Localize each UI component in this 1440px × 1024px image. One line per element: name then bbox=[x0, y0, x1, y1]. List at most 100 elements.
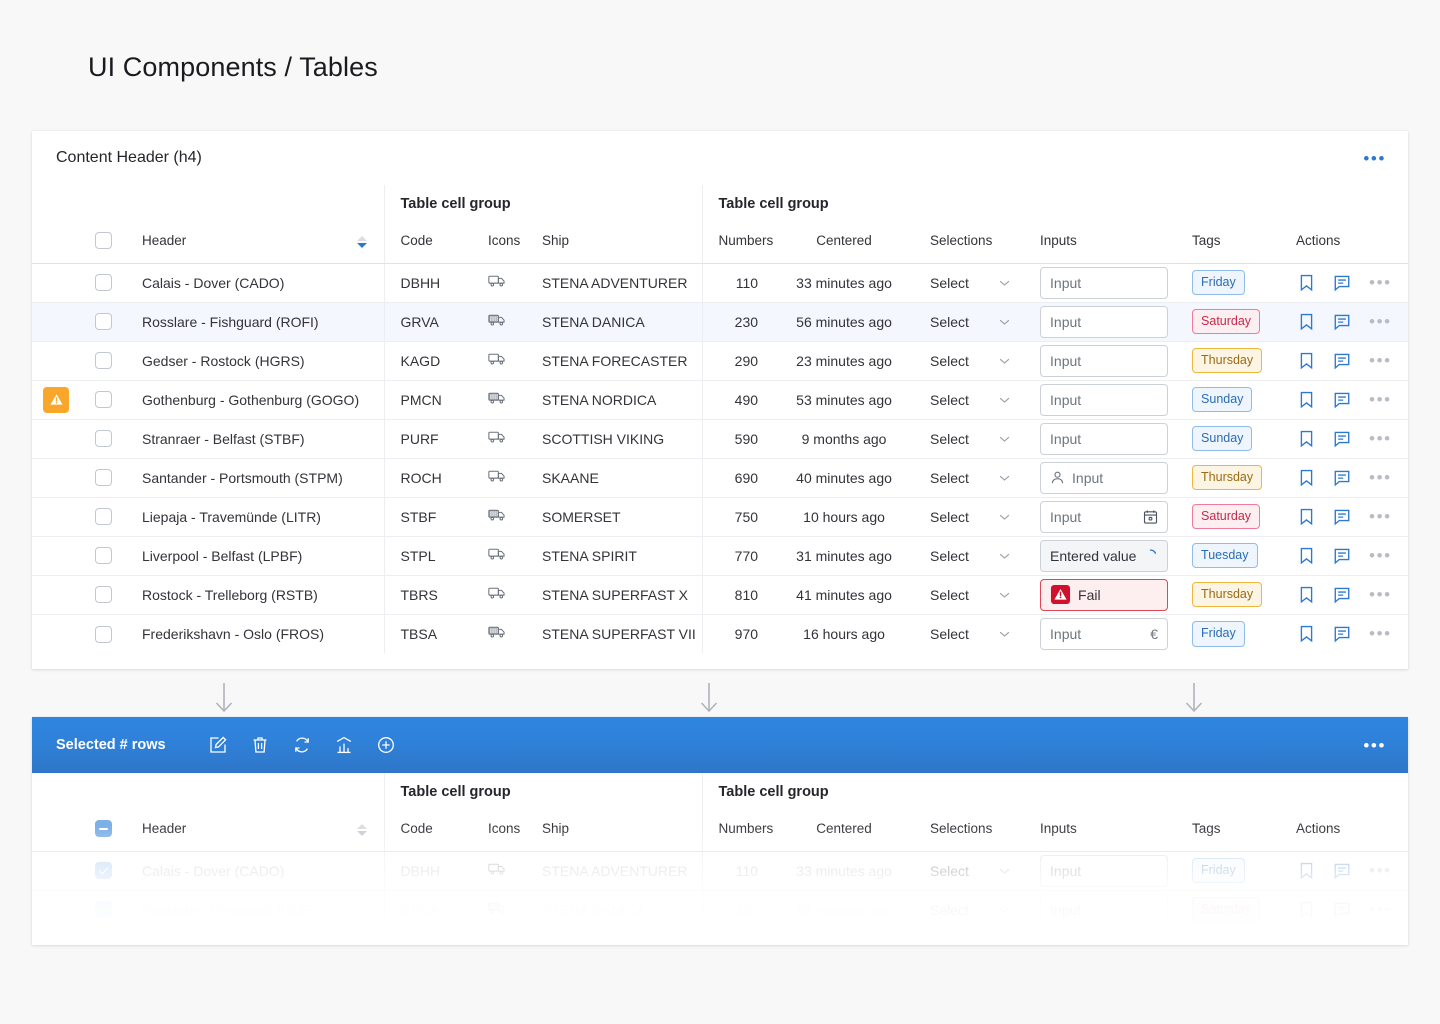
more-icon[interactable]: ••• bbox=[1369, 313, 1392, 330]
more-icon[interactable]: ••• bbox=[1369, 901, 1392, 918]
col-header-tags[interactable]: Tags bbox=[1176, 229, 1281, 264]
text-input[interactable]: Input bbox=[1040, 422, 1169, 455]
row-checkbox[interactable] bbox=[94, 352, 112, 370]
table-row[interactable]: Rosslare - Fishguard (ROFI) GRVA STENA DA… bbox=[32, 889, 1408, 929]
col-header-centered[interactable]: Centered bbox=[774, 229, 915, 264]
col-header-ship[interactable]: Ship bbox=[526, 817, 703, 852]
more-icon[interactable]: ••• bbox=[1369, 547, 1392, 564]
comment-icon[interactable] bbox=[1333, 862, 1351, 880]
row-checkbox[interactable] bbox=[94, 862, 112, 880]
cell-row-checkbox[interactable] bbox=[80, 457, 126, 497]
col-header-header[interactable]: Header bbox=[126, 817, 384, 852]
chevron-down-icon[interactable] bbox=[999, 279, 1010, 287]
select-dropdown[interactable]: Select bbox=[930, 314, 1024, 330]
error-input[interactable]: Fail bbox=[1040, 578, 1169, 611]
row-checkbox[interactable] bbox=[94, 901, 112, 919]
text-input[interactable]: Input bbox=[1040, 893, 1169, 926]
chevron-down-icon[interactable] bbox=[999, 906, 1010, 914]
row-checkbox[interactable] bbox=[94, 586, 112, 604]
select-dropdown[interactable]: Select bbox=[930, 509, 1024, 525]
col-header-actions[interactable]: Actions bbox=[1280, 229, 1409, 264]
col-header-selections[interactable]: Selections bbox=[914, 229, 1025, 264]
edit-icon[interactable] bbox=[208, 735, 228, 755]
more-icon[interactable]: ••• bbox=[1369, 940, 1392, 945]
table-row[interactable]: Rostock - Trelleborg (RSTB) TBRS STENA SU… bbox=[32, 574, 1409, 614]
cell-row-checkbox[interactable] bbox=[80, 301, 126, 341]
row-checkbox[interactable] bbox=[94, 274, 112, 292]
col-header-centered[interactable]: Centered bbox=[774, 817, 915, 852]
comment-icon[interactable] bbox=[1333, 508, 1351, 526]
table-row[interactable]: Stranraer - Belfast (STBF) PURF SCOTTISH … bbox=[32, 418, 1409, 458]
more-icon[interactable]: ••• bbox=[1369, 508, 1392, 525]
delete-icon[interactable] bbox=[250, 735, 270, 755]
bookmark-icon[interactable] bbox=[1298, 273, 1315, 292]
select-dropdown[interactable]: Select bbox=[930, 626, 1024, 642]
select-all-checkbox[interactable] bbox=[80, 229, 126, 264]
comment-icon[interactable] bbox=[1333, 313, 1351, 331]
more-icon[interactable]: ••• bbox=[1369, 586, 1392, 603]
bookmark-icon[interactable] bbox=[1298, 507, 1315, 526]
table-row[interactable]: Gedser - Rostock (HGRS)KAGD STENA FORECA… bbox=[32, 928, 1408, 945]
cell-row-checkbox[interactable] bbox=[80, 263, 126, 302]
loading-input[interactable]: Entered value bbox=[1040, 539, 1169, 572]
col-header-numbers[interactable]: Numbers bbox=[701, 229, 775, 264]
chevron-down-icon[interactable] bbox=[999, 591, 1010, 599]
select-dropdown[interactable]: Select bbox=[930, 863, 1024, 879]
text-input[interactable]: Input bbox=[1040, 266, 1169, 299]
chevron-down-icon[interactable] bbox=[999, 357, 1010, 365]
calendar-icon[interactable] bbox=[1143, 509, 1158, 525]
comment-icon[interactable] bbox=[1333, 391, 1351, 409]
row-checkbox[interactable] bbox=[94, 313, 112, 331]
select-dropdown[interactable]: Select bbox=[930, 587, 1024, 603]
toolbar-overflow-menu-icon[interactable]: ••• bbox=[1363, 737, 1386, 754]
cell-row-checkbox[interactable] bbox=[80, 613, 126, 653]
comment-icon[interactable] bbox=[1333, 586, 1351, 604]
bookmark-icon[interactable] bbox=[1298, 585, 1315, 604]
sort-indicator-icon[interactable] bbox=[356, 236, 368, 249]
table-row[interactable]: Calais - Dover (CADO) DBHH STENA ADVENTUR… bbox=[32, 851, 1408, 890]
cell-row-checkbox[interactable] bbox=[80, 535, 126, 575]
chevron-down-icon[interactable] bbox=[999, 867, 1010, 875]
more-icon[interactable]: ••• bbox=[1369, 352, 1392, 369]
add-icon[interactable] bbox=[376, 735, 396, 755]
table-row[interactable]: Gothenburg - Gothenburg (GOGO) PMCN STENA… bbox=[32, 379, 1409, 419]
col-header-actions[interactable]: Actions bbox=[1280, 817, 1408, 852]
col-header-icons[interactable]: Icons bbox=[472, 229, 526, 264]
text-input[interactable]: Input bbox=[1040, 383, 1169, 416]
comment-icon[interactable] bbox=[1333, 940, 1351, 945]
col-header-ship[interactable]: Ship bbox=[526, 229, 703, 264]
table-row[interactable]: Frederikshavn - Oslo (FROS) TBSA STENA SU… bbox=[32, 613, 1409, 653]
row-checkbox[interactable] bbox=[94, 547, 112, 565]
sort-indicator-icon[interactable] bbox=[356, 824, 368, 837]
col-header-numbers[interactable]: Numbers bbox=[701, 817, 775, 852]
comment-icon[interactable] bbox=[1333, 901, 1351, 919]
table-row[interactable]: Liepaja - Travemünde (LITR) STBF SOMERSET… bbox=[32, 496, 1409, 536]
text-input[interactable]: Input bbox=[1040, 305, 1169, 338]
chevron-down-icon[interactable] bbox=[999, 318, 1010, 326]
table-row[interactable]: Liverpool - Belfast (LPBF) STPL STENA SPI… bbox=[32, 535, 1409, 575]
row-checkbox[interactable] bbox=[94, 940, 112, 945]
comment-icon[interactable] bbox=[1333, 469, 1351, 487]
table-row[interactable]: Rosslare - Fishguard (ROFI) GRVA STENA DA… bbox=[32, 301, 1409, 341]
more-icon[interactable]: ••• bbox=[1369, 430, 1392, 447]
chevron-down-icon[interactable] bbox=[999, 513, 1010, 521]
chevron-down-icon[interactable] bbox=[999, 474, 1010, 482]
row-checkbox[interactable] bbox=[94, 391, 112, 409]
select-dropdown[interactable]: Select bbox=[930, 431, 1024, 447]
comment-icon[interactable] bbox=[1333, 430, 1351, 448]
col-header-header[interactable]: Header bbox=[126, 229, 384, 264]
select-dropdown[interactable]: Select bbox=[930, 392, 1024, 408]
chevron-down-icon[interactable] bbox=[999, 435, 1010, 443]
cell-row-checkbox[interactable] bbox=[80, 889, 126, 929]
select-dropdown[interactable]: Select bbox=[930, 941, 1024, 945]
more-icon[interactable]: ••• bbox=[1369, 625, 1392, 642]
text-input[interactable]: Input bbox=[1040, 500, 1169, 533]
chevron-down-icon[interactable] bbox=[999, 396, 1010, 404]
row-checkbox[interactable] bbox=[94, 469, 112, 487]
comment-icon[interactable] bbox=[1333, 352, 1351, 370]
more-icon[interactable]: ••• bbox=[1369, 862, 1392, 879]
bookmark-icon[interactable] bbox=[1298, 624, 1315, 643]
more-icon[interactable]: ••• bbox=[1369, 469, 1392, 486]
text-input[interactable]: Input bbox=[1040, 461, 1169, 494]
more-icon[interactable]: ••• bbox=[1369, 391, 1392, 408]
